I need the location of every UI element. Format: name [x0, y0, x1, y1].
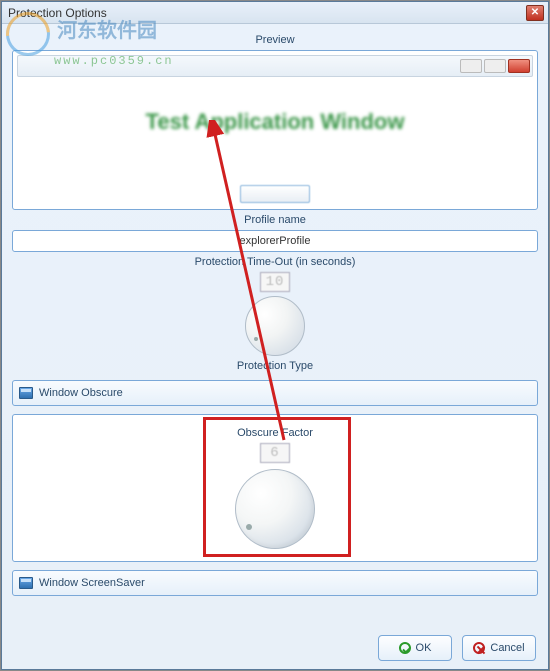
preview-mock-button [240, 185, 310, 203]
obscure-factor-display: 6 [260, 443, 290, 463]
titlebar: Protection Options ✕ [2, 2, 548, 24]
close-icon[interactable]: ✕ [526, 5, 544, 21]
profile-name-label: Profile name [12, 214, 538, 226]
ok-button-label: OK [416, 642, 432, 654]
timeout-knob[interactable] [245, 296, 305, 356]
window-screensaver-header[interactable]: Window ScreenSaver [12, 570, 538, 596]
dialog-buttons: OK Cancel [378, 635, 536, 661]
timeout-label: Protection Time-Out (in seconds) [12, 256, 538, 268]
window-title: Protection Options [6, 6, 526, 20]
preview-label: Preview [12, 34, 538, 46]
maximize-icon [484, 59, 506, 73]
timeout-control: 10 [12, 272, 538, 356]
dialog-window: Protection Options ✕ Preview Test Applic… [1, 1, 549, 670]
preview-app-title: Test Application Window [17, 109, 533, 135]
preview-panel: Test Application Window [12, 50, 538, 210]
profile-name-input[interactable] [12, 230, 538, 252]
obscure-panel: Obscure Factor 6 [12, 414, 538, 562]
close-icon [508, 59, 530, 73]
cancel-button-label: Cancel [490, 642, 524, 654]
window-obscure-header[interactable]: Window Obscure [12, 380, 538, 406]
window-icon [19, 577, 33, 589]
window-screensaver-label: Window ScreenSaver [39, 577, 145, 589]
window-icon [19, 387, 33, 399]
content-area: Preview Test Application Window Profile … [2, 24, 548, 602]
protection-type-label: Protection Type [12, 360, 538, 372]
timeout-display: 10 [260, 272, 290, 292]
obscure-factor-knob[interactable] [235, 469, 315, 549]
window-obscure-label: Window Obscure [39, 387, 123, 399]
minimize-icon [460, 59, 482, 73]
obscure-factor-label: Obscure Factor [21, 427, 529, 439]
preview-mock-titlebar [17, 55, 533, 77]
ok-button[interactable]: OK [378, 635, 452, 661]
cancel-icon [473, 642, 485, 654]
obscure-control: 6 [21, 443, 529, 549]
cancel-button[interactable]: Cancel [462, 635, 536, 661]
check-icon [399, 642, 411, 654]
